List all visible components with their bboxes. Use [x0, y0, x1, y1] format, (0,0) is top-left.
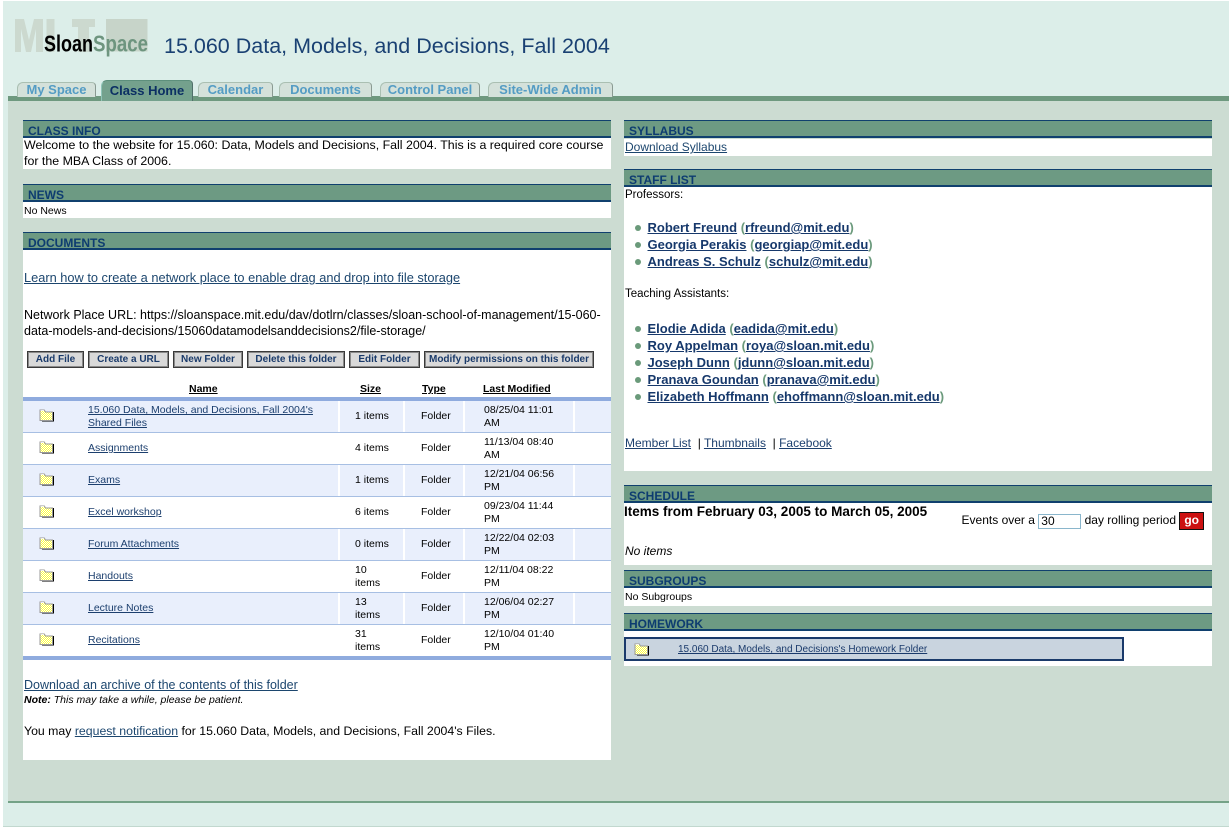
- svg-text:Space: Space: [93, 31, 148, 57]
- svg-text:Sloan: Sloan: [44, 31, 93, 57]
